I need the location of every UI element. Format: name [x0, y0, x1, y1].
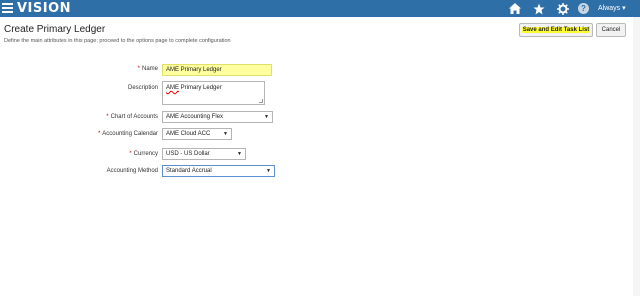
- accounting-calendar-label: * Accounting Calendar: [97, 131, 158, 137]
- chevron-down-icon: ▼: [266, 168, 271, 174]
- required-marker: *: [106, 114, 109, 120]
- required-marker: *: [97, 131, 101, 137]
- accounting-method-label: Accounting Method: [106, 168, 158, 174]
- top-navigation-bar: VISION ? Always ▾: [0, 0, 640, 17]
- accounting-calendar-select[interactable]: AME Cloud ACC ▼: [162, 128, 232, 140]
- required-marker: *: [137, 66, 140, 72]
- currency-select[interactable]: USD - US Dollar ▼: [162, 148, 246, 160]
- accounting-method-select[interactable]: Standard Accrual ▼: [162, 165, 275, 177]
- resize-grip-icon[interactable]: [259, 99, 263, 103]
- save-and-edit-label: Save and Edit Task List: [521, 27, 591, 33]
- required-marker: *: [129, 151, 132, 157]
- hamburger-menu-icon[interactable]: [2, 3, 13, 13]
- chevron-down-icon: ▼: [223, 131, 228, 137]
- description-value-rest: Primary Ledger: [179, 85, 222, 91]
- chevron-down-icon: ▼: [237, 151, 242, 157]
- home-icon[interactable]: [508, 2, 521, 15]
- help-icon[interactable]: ?: [578, 3, 589, 14]
- currency-label: * Currency: [129, 151, 158, 157]
- description-value-prefix: AME: [166, 85, 180, 91]
- name-label: * Name: [137, 66, 158, 72]
- description-textarea[interactable]: AME Primary Ledger: [162, 81, 265, 105]
- name-input[interactable]: AME Primary Ledger: [162, 64, 272, 76]
- cancel-button[interactable]: Cancel: [596, 23, 626, 37]
- chart-of-accounts-label: * Chart of Accounts: [106, 114, 158, 120]
- page-description: Define the main attributes in this page;…: [4, 38, 231, 44]
- chevron-down-icon: ▼: [264, 114, 269, 120]
- vertical-scrollbar[interactable]: [633, 17, 640, 296]
- gear-icon[interactable]: [556, 2, 569, 15]
- page-title: Create Primary Ledger: [4, 24, 106, 35]
- brand-logo: VISION: [17, 1, 72, 16]
- user-menu[interactable]: Always ▾: [598, 0, 626, 17]
- description-label: Description: [127, 85, 158, 91]
- chart-of-accounts-select[interactable]: AME Accounting Flex ▼: [162, 111, 273, 123]
- save-and-edit-task-list-button[interactable]: Save and Edit Task List: [519, 23, 593, 37]
- star-icon[interactable]: [532, 2, 545, 15]
